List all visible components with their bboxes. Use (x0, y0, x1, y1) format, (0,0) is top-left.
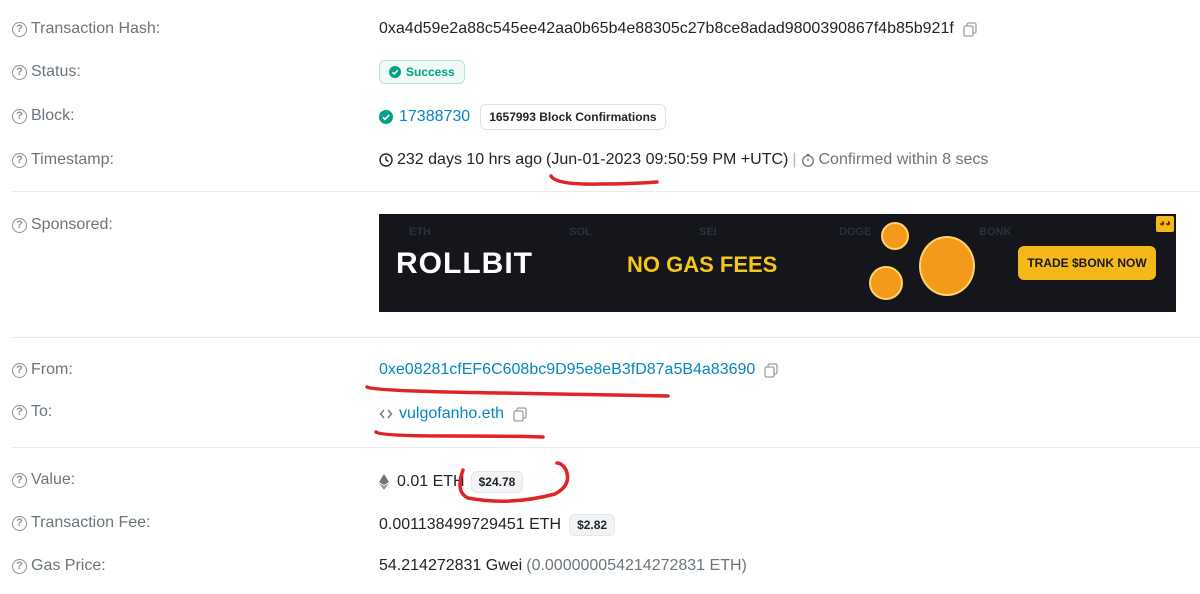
clock-icon (379, 153, 393, 167)
sponsored-ad-banner[interactable]: ETH SOL SEI DOGE BONK ROLLBIT NO GAS FEE… (379, 214, 1176, 312)
ethereum-icon (379, 474, 389, 490)
ad-brand-logo: ROLLBIT (396, 247, 533, 280)
check-circle-icon (379, 110, 393, 124)
block-confirmations-badge: 1657993 Block Confirmations (480, 104, 666, 130)
block-label-text: Block: (31, 107, 75, 124)
to-name-link[interactable]: vulgofanho.eth (399, 405, 504, 423)
fee-eth: 0.001138499729451 ETH (379, 516, 562, 533)
to-name-underline (374, 430, 545, 439)
gas-price-gwei: 54.214272831 Gwei (379, 557, 523, 574)
timestamp-label: ? Timestamp: (12, 151, 114, 169)
contract-code-icon (379, 409, 393, 419)
gas-price-eth: (0.000000054214272831 ETH) (526, 557, 747, 574)
help-circle-icon[interactable]: ? (12, 64, 27, 80)
timestamp-date-underline (549, 174, 659, 186)
gas-price-label-text: Gas Price: (31, 557, 106, 574)
block-number-link[interactable]: 17388730 (399, 108, 470, 126)
ad-headline: NO GAS FEES (627, 252, 778, 277)
gas-price-label: ? Gas Price: (12, 557, 106, 575)
block-label: ? Block: (12, 107, 75, 125)
help-circle-icon[interactable]: ? (12, 558, 27, 574)
timestamp-value: 232 days 10 hrs ago (Jun-01-2023 09:50:5… (379, 151, 988, 169)
transaction-fee-label: ? Transaction Fee: (12, 514, 150, 532)
from-label-text: From: (31, 361, 73, 378)
section-divider (12, 337, 1200, 338)
ad-coin-icon (881, 222, 909, 250)
value-label-text: Value: (31, 471, 76, 488)
from-label: ? From: (12, 361, 73, 379)
sponsored-label-text: Sponsored: (31, 216, 113, 233)
status-label-text: Status: (31, 63, 81, 80)
copy-icon[interactable] (763, 362, 779, 378)
to-value: vulgofanho.eth (379, 405, 528, 423)
ad-background-ticker: SOL (569, 226, 592, 238)
section-divider (12, 447, 1200, 448)
copy-icon[interactable] (962, 21, 978, 37)
ad-background-ticker: DOGE (839, 226, 872, 238)
timestamp-date: (Jun-01-2023 09:50:59 PM +UTC) (546, 151, 789, 168)
help-circle-icon[interactable]: ? (12, 217, 27, 233)
from-value: 0xe08281cfEF6C608bc9D95e8eB3fD87a5B4a836… (379, 361, 779, 379)
value-usd-badge: $24.78 (470, 471, 524, 493)
help-circle-icon[interactable]: ? (12, 21, 27, 37)
gas-price-value: 54.214272831 Gwei (0.000000054214272831 … (379, 557, 747, 575)
transaction-hash-value: 0xa4d59e2a88c545ee42aa0b65b4e88305c27b8c… (379, 20, 978, 38)
section-divider (12, 191, 1200, 192)
timestamp-age: 232 days 10 hrs ago (397, 151, 542, 168)
help-circle-icon[interactable]: ? (12, 404, 27, 420)
ad-cta-button[interactable]: TRADE $BONK NOW (1018, 246, 1156, 280)
ad-coin-icon (869, 266, 903, 300)
transaction-hash-label: ? Transaction Hash: (12, 20, 160, 38)
value-label: ? Value: (12, 471, 75, 489)
help-circle-icon[interactable]: ? (12, 362, 27, 378)
stopwatch-icon (801, 153, 814, 167)
status-badge-text: Success (406, 65, 455, 79)
status-badge: Success (379, 60, 465, 84)
transaction-hash-text: 0xa4d59e2a88c545ee42aa0b65b4e88305c27b8c… (379, 20, 954, 37)
confirmed-within: Confirmed within 8 secs (818, 151, 989, 168)
timestamp-separator: | (792, 151, 797, 168)
help-circle-icon[interactable]: ? (12, 472, 27, 488)
value-value: 0.01 ETH $24.78 (379, 471, 524, 493)
from-address-link[interactable]: 0xe08281cfEF6C608bc9D95e8eB3fD87a5B4a836… (379, 361, 755, 379)
ad-coin-icon (919, 236, 975, 296)
fee-usd-badge: $2.82 (569, 514, 616, 536)
status-label: ? Status: (12, 63, 81, 81)
help-circle-icon[interactable]: ? (12, 108, 27, 124)
timestamp-label-text: Timestamp: (31, 151, 114, 168)
transaction-fee-label-text: Transaction Fee: (31, 514, 151, 531)
ad-background-ticker: SEI (699, 226, 717, 238)
ad-mascot-icon: ◕◕ (1156, 216, 1174, 232)
sponsored-label: ? Sponsored: (12, 216, 113, 234)
to-label: ? To: (12, 403, 52, 421)
from-address-underline (365, 385, 670, 398)
ad-background-ticker: ETH (409, 226, 431, 238)
transaction-fee-value: 0.001138499729451 ETH $2.82 (379, 514, 616, 536)
ad-background-ticker: BONK (979, 226, 1012, 238)
check-circle-icon (389, 66, 401, 78)
copy-icon[interactable] (512, 406, 528, 422)
status-value: Success (379, 60, 465, 84)
value-eth: 0.01 ETH (397, 473, 465, 490)
block-value: 17388730 1657993 Block Confirmations (379, 104, 666, 130)
to-label-text: To: (31, 403, 53, 420)
transaction-hash-label-text: Transaction Hash: (31, 20, 161, 37)
help-circle-icon[interactable]: ? (12, 515, 27, 531)
help-circle-icon[interactable]: ? (12, 152, 27, 168)
